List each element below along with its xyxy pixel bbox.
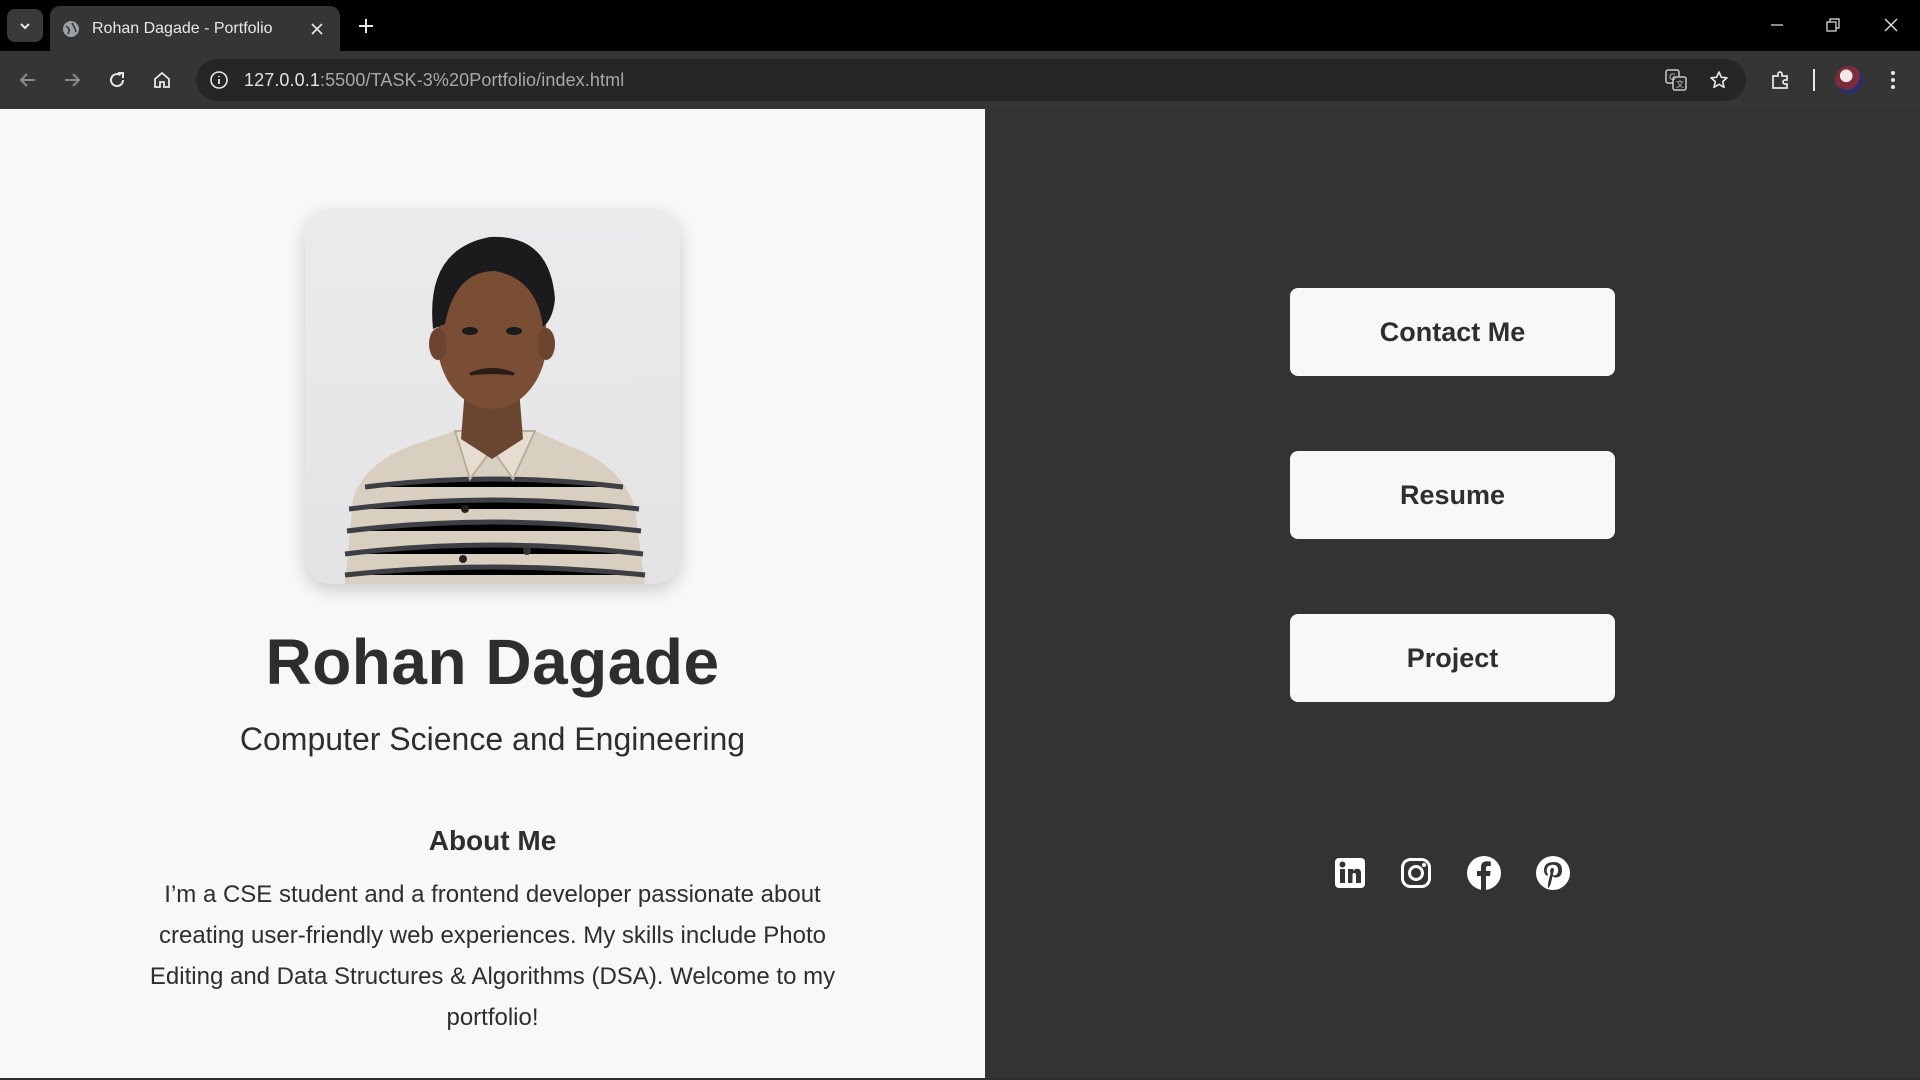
pinterest-icon[interactable] [1533,853,1573,893]
tab-search-button[interactable] [7,9,43,42]
globe-icon [63,20,79,37]
tab-active[interactable]: Rohan Dagade - Portfolio [50,6,340,51]
links-panel: Contact Me Resume Project [985,109,1920,1078]
project-button[interactable]: Project [1290,614,1615,702]
about-description: I’m a CSE student and a frontend develop… [149,881,836,1031]
browser-menu-button[interactable] [1878,65,1908,95]
reload-icon [110,72,125,88]
translate-icon[interactable]: G文 [1663,67,1689,93]
person-portrait-icon [344,236,646,584]
minimize-button[interactable] [1754,8,1800,42]
restore-icon [1826,18,1840,32]
instagram-icon[interactable] [1396,853,1436,893]
svg-text:文: 文 [1676,79,1684,89]
forward-arrow-icon [65,73,81,87]
tab-title: Rohan Dagade - Portfolio [92,19,273,37]
close-icon [1884,18,1898,32]
back-arrow-icon [19,73,35,87]
site-info-icon[interactable] [206,67,232,93]
forward-button[interactable] [57,65,87,95]
portfolio-page: Rohan Dagade Computer Science and Engine… [0,109,1920,1078]
svg-text:G: G [1669,73,1676,83]
minimize-icon [1771,24,1783,26]
about-heading: About Me [428,825,557,856]
extensions-button[interactable] [1766,65,1796,95]
profile-photo [305,209,680,584]
new-tab-button[interactable] [352,12,380,40]
home-button[interactable] [147,65,177,95]
resume-button[interactable]: Resume [1290,451,1615,539]
profile-subtitle: Computer Science and Engineering [239,721,746,757]
back-button[interactable] [13,65,43,95]
home-icon [154,71,170,88]
contact-me-button[interactable]: Contact Me [1290,288,1615,376]
plus-icon [359,19,373,33]
puzzle-icon [1772,71,1788,89]
url-path: :5500/TASK-3%20Portfolio/index.html [319,69,625,90]
url-text: 127.0.0.1:5500/TASK-3%20Portfolio/index.… [244,70,624,91]
linkedin-icon[interactable] [1330,853,1370,893]
reload-button[interactable] [102,65,132,95]
restore-button[interactable] [1810,8,1856,42]
url-host: 127.0.0.1 [244,69,320,90]
close-tab-icon[interactable] [306,18,328,40]
browser-toolbar: 127.0.0.1:5500/TASK-3%20Portfolio/index.… [0,51,1920,109]
facebook-icon[interactable] [1464,853,1504,893]
tab-bar: Rohan Dagade - Portfolio [0,0,1920,51]
address-bar[interactable]: 127.0.0.1:5500/TASK-3%20Portfolio/index.… [196,59,1746,101]
bookmark-star-icon[interactable] [1706,67,1732,93]
close-window-button[interactable] [1868,8,1914,42]
toolbar-divider [1813,69,1815,91]
profile-name: Rohan Dagade [265,626,720,698]
profile-panel: Rohan Dagade Computer Science and Engine… [0,109,985,1078]
profile-avatar[interactable] [1835,66,1863,94]
kebab-menu-icon [1891,71,1895,89]
chevron-down-icon [20,22,30,29]
